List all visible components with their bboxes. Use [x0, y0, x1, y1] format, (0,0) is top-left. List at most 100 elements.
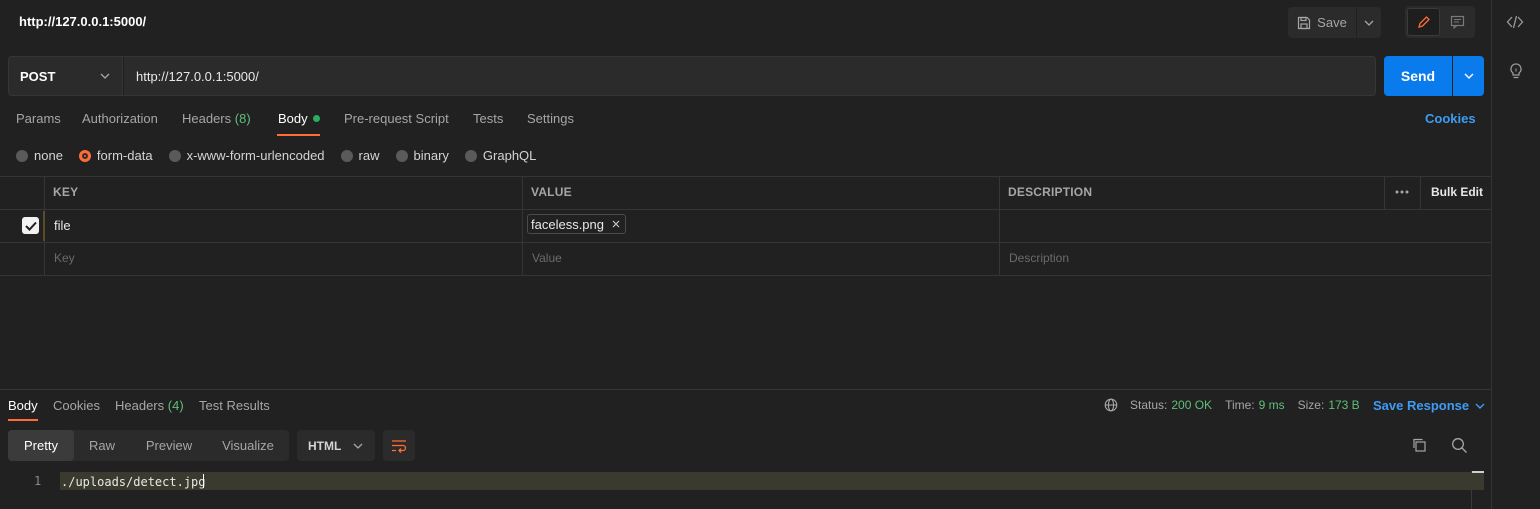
chevron-down-icon	[1364, 20, 1374, 26]
editor-scrollbar[interactable]	[1471, 471, 1483, 509]
save-dropdown-button[interactable]	[1357, 7, 1381, 38]
cookies-link[interactable]: Cookies	[1425, 111, 1476, 126]
checkmark-icon	[24, 221, 37, 231]
radio-dot	[340, 149, 353, 162]
status-value[interactable]: 200 OK	[1171, 398, 1212, 412]
method-label: POST	[20, 68, 56, 84]
view-raw-button[interactable]: Raw	[76, 430, 128, 461]
new-key-input[interactable]: Key	[54, 251, 75, 265]
row-enabled-checkbox[interactable]	[22, 217, 39, 234]
scrollbar-thumb[interactable]	[1472, 471, 1484, 473]
radio-dot	[464, 149, 477, 162]
tab-authorization[interactable]: Authorization	[82, 111, 158, 126]
tab-params[interactable]: Params	[16, 111, 61, 126]
chevron-down-icon	[353, 443, 363, 449]
response-tab-headers-label: Headers	[115, 398, 165, 413]
lightbulb-icon[interactable]	[1507, 62, 1525, 80]
size-label: Size:	[1297, 398, 1325, 412]
radio-binary[interactable]: binary	[395, 148, 449, 163]
view-preview-button[interactable]: Preview	[134, 430, 204, 461]
radio-graphql[interactable]: GraphQL	[464, 148, 537, 163]
column-divider	[999, 176, 1000, 275]
column-divider	[522, 176, 523, 275]
active-response-tab-indicator	[8, 419, 38, 421]
tab-body[interactable]: Body	[278, 111, 320, 126]
wrap-lines-button[interactable]	[383, 430, 415, 461]
response-tab-test-results[interactable]: Test Results	[199, 398, 270, 413]
format-select[interactable]: HTML	[297, 430, 375, 461]
status-label: Status:	[1130, 398, 1168, 412]
radio-label: form-data	[96, 148, 153, 163]
save-response-label: Save Response	[1373, 398, 1470, 413]
new-description-input[interactable]: Description	[1009, 251, 1069, 265]
modified-indicator	[312, 115, 320, 122]
save-button[interactable]: Save	[1288, 7, 1356, 38]
edit-mode-button[interactable]	[1407, 8, 1440, 36]
bulk-edit-button[interactable]: Bulk Edit	[1431, 185, 1483, 199]
tab-headers-label: Headers	[182, 111, 232, 126]
code-icon[interactable]	[1506, 13, 1524, 31]
response-tab-headers-count: (4)	[167, 398, 184, 413]
active-tab-indicator	[277, 134, 320, 136]
radio-label: GraphQL	[482, 148, 537, 163]
radio-dot-selected	[78, 149, 91, 162]
column-header-description: DESCRIPTION	[1008, 185, 1093, 199]
param-key-field[interactable]: file	[54, 218, 71, 233]
tab-headers-count: (8)	[234, 111, 251, 126]
column-header-value: VALUE	[531, 185, 572, 199]
table-border	[0, 176, 1491, 177]
text-caret	[202, 474, 204, 488]
response-body-text[interactable]: ./uploads/detect.jpg	[61, 474, 206, 489]
line-number: 1	[34, 474, 42, 488]
send-button[interactable]: Send	[1384, 56, 1452, 96]
comment-icon	[1450, 15, 1465, 29]
size-value[interactable]: 173 B	[1328, 398, 1359, 412]
time-value[interactable]: 9 ms	[1259, 398, 1285, 412]
tab-tests[interactable]: Tests	[473, 111, 503, 126]
column-divider	[1420, 176, 1421, 209]
view-pretty-button[interactable]: Pretty	[8, 430, 74, 461]
radio-raw[interactable]: raw	[340, 148, 380, 163]
save-icon	[1298, 16, 1311, 29]
table-border	[0, 209, 1491, 210]
radio-label: raw	[358, 148, 380, 163]
close-icon[interactable]	[612, 220, 620, 228]
save-label: Save	[1317, 15, 1347, 30]
save-response-button[interactable]: Save Response	[1373, 398, 1485, 413]
radio-dot	[16, 149, 28, 162]
radio-none[interactable]: none	[16, 148, 63, 163]
response-tab-headers[interactable]: Headers (4)	[115, 398, 184, 413]
copy-icon[interactable]	[1411, 437, 1427, 453]
radio-label: none	[34, 148, 63, 163]
format-label: HTML	[308, 438, 342, 453]
url-input[interactable]: http://127.0.0.1:5000/	[123, 56, 1376, 96]
response-tab-body[interactable]: Body	[8, 398, 38, 413]
time-label: Time:	[1225, 398, 1255, 412]
column-divider	[1384, 176, 1385, 209]
response-tab-cookies[interactable]: Cookies	[53, 398, 100, 413]
more-options-icon[interactable]	[1395, 190, 1409, 194]
globe-icon[interactable]	[1104, 398, 1118, 412]
tab-pre-request-script[interactable]: Pre-request Script	[344, 111, 449, 126]
radio-x-www-form-urlencoded[interactable]: x-www-form-urlencoded	[168, 148, 325, 163]
search-icon[interactable]	[1451, 437, 1468, 454]
new-value-input[interactable]: Value	[532, 251, 562, 265]
file-name: faceless.png	[531, 216, 604, 232]
tab-headers[interactable]: Headers (8)	[182, 111, 251, 126]
view-visualize-button[interactable]: Visualize	[212, 430, 284, 461]
method-select[interactable]: POST	[8, 56, 123, 96]
send-dropdown-button[interactable]	[1453, 56, 1484, 96]
chevron-down-icon	[1464, 73, 1473, 79]
body-type-group: none form-data x-www-form-urlencoded raw…	[16, 148, 552, 163]
radio-dot	[168, 149, 181, 162]
tab-settings[interactable]: Settings	[527, 111, 574, 126]
documentation-mode-button[interactable]	[1442, 8, 1473, 36]
table-border	[0, 275, 1491, 276]
right-sidebar-divider	[1491, 0, 1492, 509]
chevron-down-icon	[100, 73, 110, 79]
radio-label: binary	[413, 148, 449, 163]
column-header-key: KEY	[53, 185, 79, 199]
file-chip[interactable]: faceless.png	[527, 214, 626, 234]
radio-form-data[interactable]: form-data	[78, 148, 153, 163]
code-line-text: ./uploads/detect.jpg	[61, 475, 206, 489]
